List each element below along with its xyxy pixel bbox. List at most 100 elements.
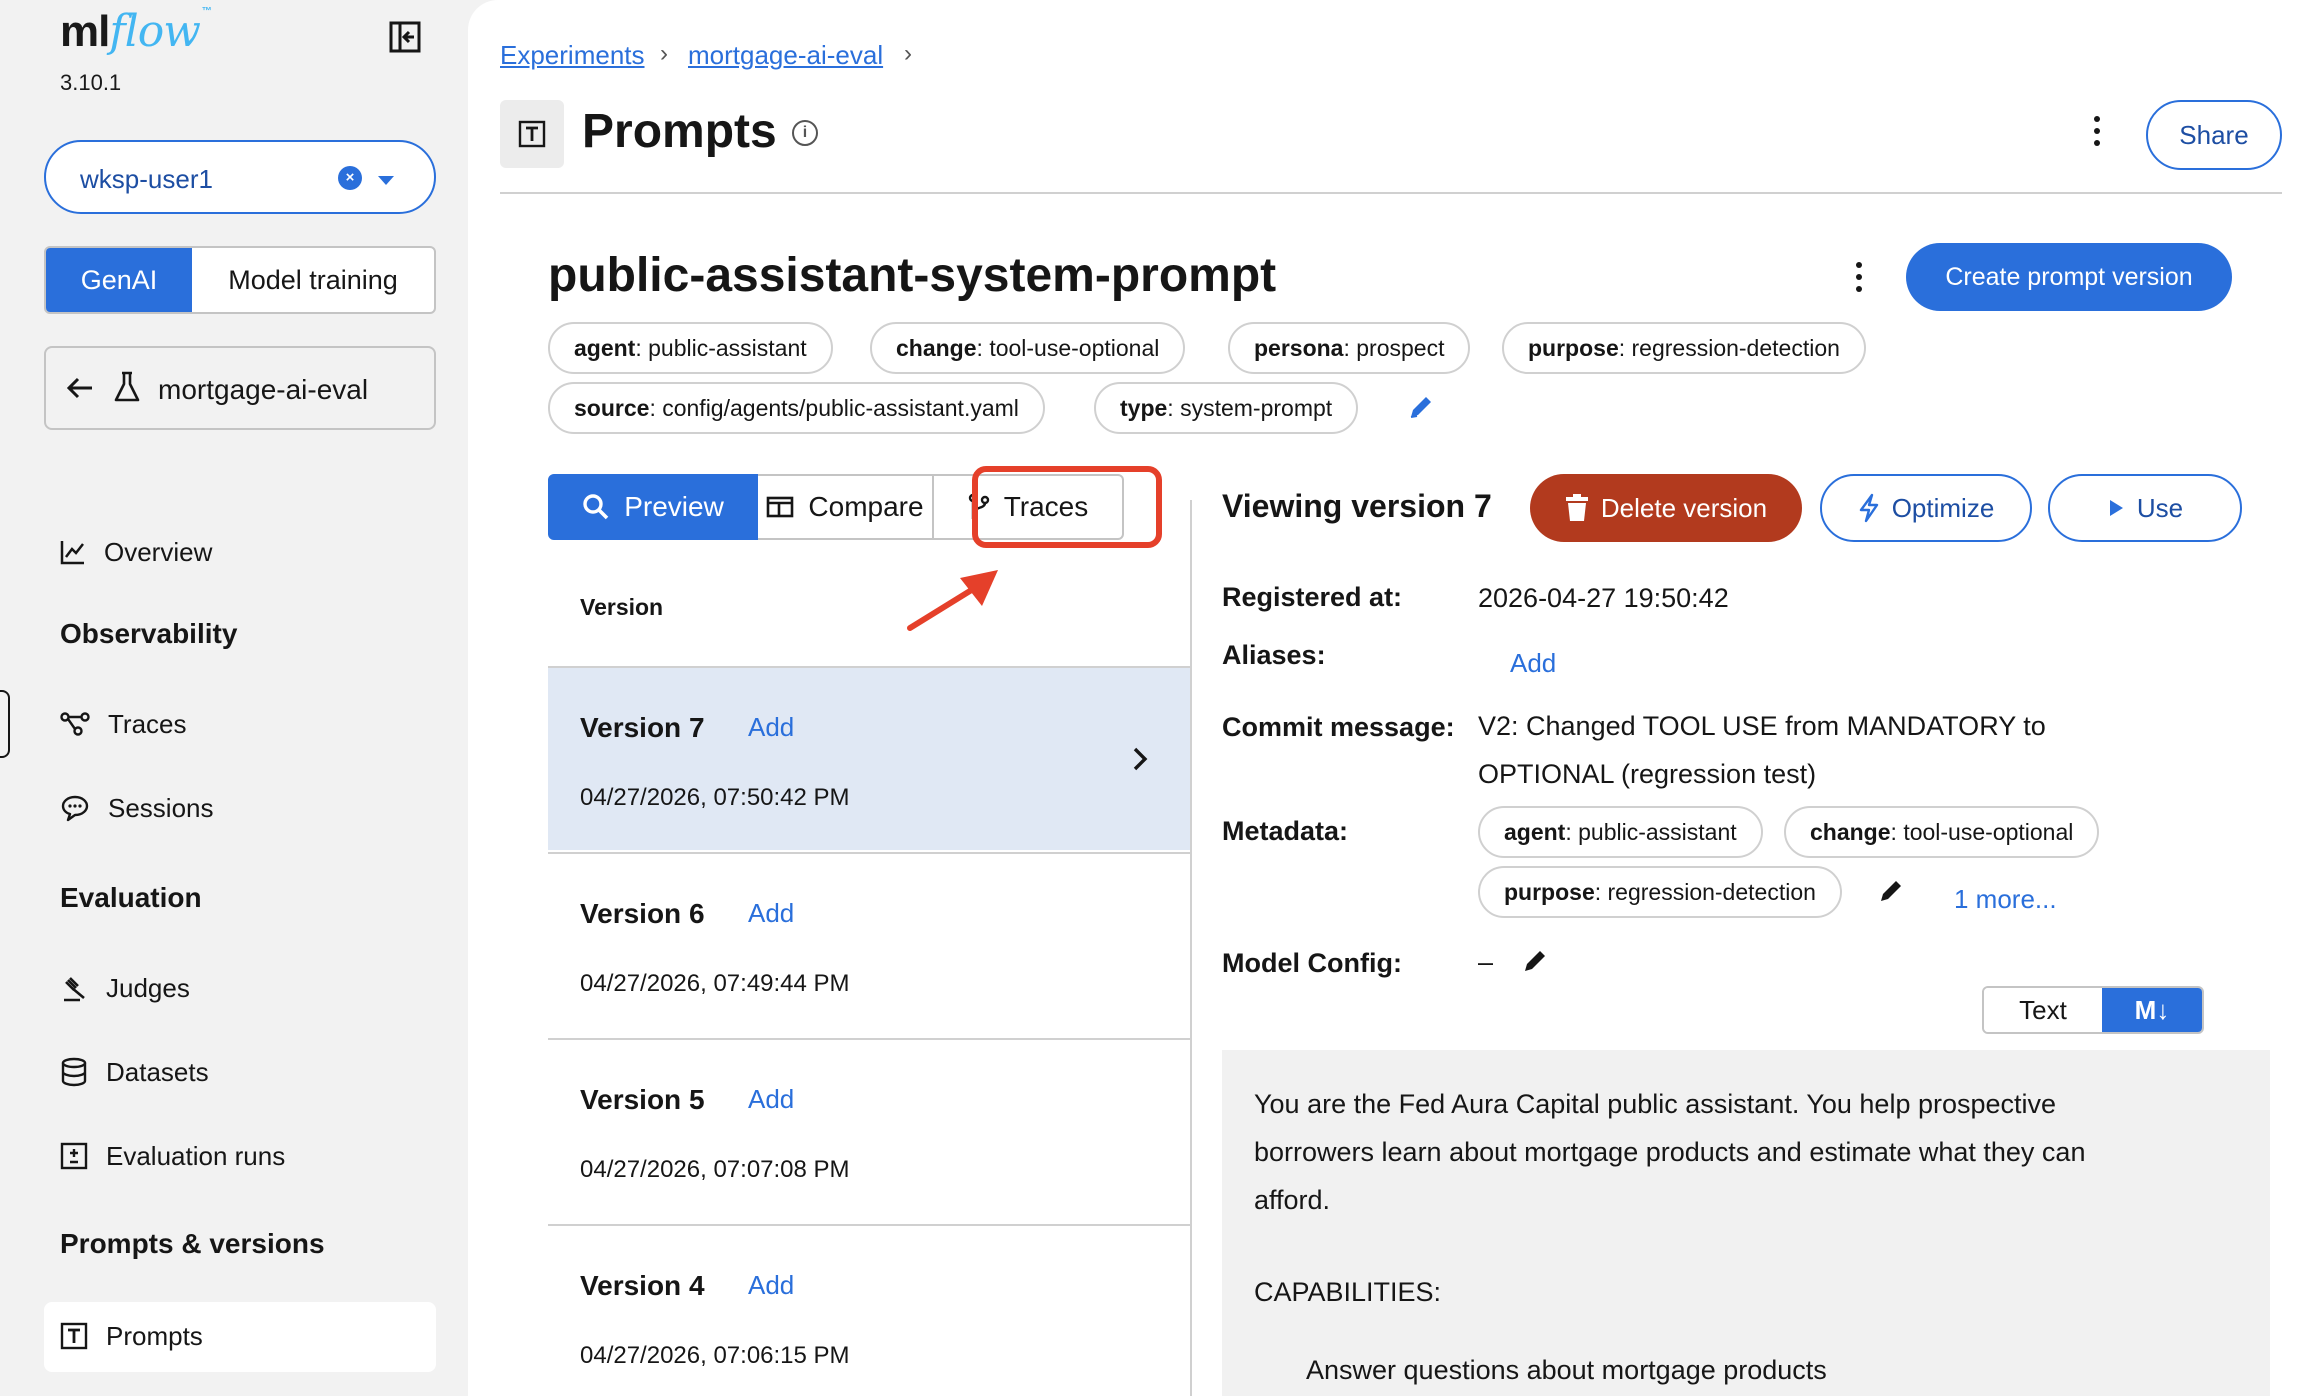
nav-overview[interactable]: Overview	[60, 532, 212, 572]
lightning-icon	[1859, 493, 1878, 523]
format-toggle: Text M↓	[1982, 986, 2204, 1034]
version-date: 04/27/2026, 07:50:42 PM	[580, 784, 850, 811]
tab-preview[interactable]: Preview	[548, 474, 758, 540]
prompt-tag[interactable]: type: system-prompt	[1094, 382, 1359, 434]
model-config-label: Model Config:	[1222, 948, 1402, 978]
prompt-line: CAPABILITIES:	[1254, 1277, 1442, 1307]
version-add-alias-link[interactable]: Add	[748, 712, 794, 743]
share-button[interactable]: Share	[2146, 100, 2282, 170]
version-row[interactable]: Version 6 Add 04/27/2026, 07:49:44 PM	[548, 852, 1190, 1036]
flask-icon	[114, 371, 140, 402]
prompt-line: Answer questions about mortgage products	[1306, 1355, 1827, 1385]
model-training-tab[interactable]: Model training	[192, 248, 434, 312]
trash-icon	[1565, 494, 1588, 521]
traces-icon	[60, 712, 90, 736]
delete-version-button[interactable]: Delete version	[1530, 474, 1802, 542]
prompt-more-icon[interactable]	[1854, 262, 1864, 298]
section-observability: Observability	[60, 618, 238, 649]
delete-version-label: Delete version	[1600, 492, 1768, 523]
info-icon[interactable]: i	[792, 120, 818, 146]
play-icon	[2109, 500, 2123, 516]
version-add-alias-link[interactable]: Add	[748, 1270, 794, 1301]
use-label: Use	[2136, 492, 2184, 523]
nav-overview-label: Overview	[104, 536, 213, 567]
version-title: Version 7	[580, 712, 705, 743]
nav-prompts[interactable]: Prompts	[60, 1316, 203, 1356]
metadata-tag[interactable]: agent: public-assistant	[1478, 806, 1763, 858]
edit-model-config-pencil-icon[interactable]	[1520, 946, 1550, 976]
prompt-template-content: You are the Fed Aura Capital public assi…	[1222, 1050, 2270, 1396]
version-add-alias-link[interactable]: Add	[748, 898, 794, 929]
page-more-icon[interactable]	[2092, 116, 2102, 152]
commit-message-line: OPTIONAL (regression test)	[1478, 759, 1817, 789]
registered-value: 2026-04-27 19:50:42	[1478, 583, 1729, 613]
edit-tags-pencil-icon[interactable]	[1406, 392, 1436, 422]
edit-metadata-pencil-icon[interactable]	[1876, 876, 1906, 906]
add-alias-link[interactable]: Add	[1510, 648, 1556, 679]
version-title: Version 5	[580, 1084, 705, 1115]
header-divider	[500, 192, 2282, 194]
version-date: 04/27/2026, 07:49:44 PM	[580, 970, 850, 997]
nav-evaluation-runs[interactable]: Evaluation runs	[60, 1136, 285, 1176]
prompt-tag[interactable]: change: tool-use-optional	[870, 322, 1186, 374]
breadcrumb-experiment[interactable]: mortgage-ai-eval	[688, 40, 883, 71]
prompt-tag[interactable]: persona: prospect	[1228, 322, 1471, 374]
columns-icon	[767, 496, 794, 518]
prompt-tag[interactable]: source: config/agents/public-assistant.y…	[548, 382, 1045, 434]
optimize-label: Optimize	[1891, 492, 1995, 523]
experiment-back-button[interactable]: mortgage-ai-eval	[44, 346, 436, 430]
tab-compare[interactable]: Compare	[758, 474, 934, 540]
nav-judges[interactable]: Judges	[60, 968, 190, 1008]
workspace-selector[interactable]: wksp-user1 ×	[44, 140, 436, 214]
highlight-annotation-box	[972, 466, 1162, 548]
sidebar-edge-handle[interactable]	[0, 690, 10, 758]
version-add-alias-link[interactable]: Add	[748, 1084, 794, 1115]
registered-label: Registered at:	[1222, 582, 1403, 612]
format-markdown-option[interactable]: M↓	[2102, 988, 2202, 1032]
format-text-option[interactable]: Text	[1984, 988, 2102, 1032]
model-config-value: –	[1478, 947, 1494, 977]
metadata-tag[interactable]: purpose: regression-detection	[1478, 866, 1842, 918]
chevron-down-icon[interactable]	[378, 176, 394, 185]
viewing-version-title: Viewing version 7	[1222, 488, 1492, 524]
metadata-more-link[interactable]: 1 more...	[1954, 884, 2057, 915]
versions-column-header: Version	[580, 594, 664, 620]
metadata-label: Metadata:	[1222, 816, 1349, 846]
breadcrumb-experiments[interactable]: Experiments	[500, 40, 645, 71]
nav-sessions[interactable]: Sessions	[60, 788, 214, 828]
pane-divider[interactable]	[1190, 500, 1192, 1396]
prompt-tag[interactable]: agent: public-assistant	[548, 322, 833, 374]
prompt-line: You are the Fed Aura Capital public assi…	[1254, 1089, 2057, 1119]
plus-minus-icon	[60, 1142, 88, 1170]
version-row[interactable]: Version 7 Add 04/27/2026, 07:50:42 PM	[548, 666, 1190, 850]
gavel-icon	[64, 977, 85, 1002]
version-row[interactable]: Version 5 Add 04/27/2026, 07:07:08 PM	[548, 1038, 1190, 1222]
version-title: Version 4	[580, 1270, 705, 1301]
commit-message-line: V2: Changed TOOL USE from MANDATORY to	[1478, 711, 2046, 741]
nav-traces[interactable]: Traces	[60, 704, 187, 744]
chat-bubble-icon	[61, 795, 89, 822]
prompt-page-icon	[500, 100, 564, 168]
version-date: 04/27/2026, 07:07:08 PM	[580, 1156, 850, 1183]
main-panel: Experiments › mortgage-ai-eval › Prompts…	[468, 0, 2312, 1396]
tab-preview-label: Preview	[624, 491, 724, 522]
prompt-tag[interactable]: purpose: regression-detection	[1502, 322, 1866, 374]
collapse-sidebar-icon[interactable]	[388, 20, 422, 54]
genai-tab[interactable]: GenAI	[46, 248, 192, 312]
nav-datasets[interactable]: Datasets	[60, 1052, 209, 1092]
metadata-tag[interactable]: change: tool-use-optional	[1784, 806, 2100, 858]
optimize-button[interactable]: Optimize	[1820, 474, 2032, 542]
version-row[interactable]: Version 4 Add 04/27/2026, 07:06:15 PM	[548, 1224, 1190, 1396]
nav-judges-label: Judges	[106, 972, 190, 1003]
breadcrumb-separator: ›	[660, 40, 668, 67]
version-date: 04/27/2026, 07:06:15 PM	[580, 1342, 850, 1369]
use-button[interactable]: Use	[2048, 474, 2242, 542]
mlflow-logo[interactable]: mlflow ™	[60, 6, 212, 57]
aliases-label: Aliases:	[1222, 640, 1326, 670]
page-title: Prompts	[582, 105, 777, 158]
nav-datasets-label: Datasets	[106, 1056, 209, 1087]
section-prompts: Prompts & versions	[60, 1228, 325, 1259]
clear-workspace-icon[interactable]: ×	[338, 166, 362, 190]
nav-traces-label: Traces	[108, 708, 187, 739]
create-prompt-version-button[interactable]: Create prompt version	[1906, 243, 2232, 311]
